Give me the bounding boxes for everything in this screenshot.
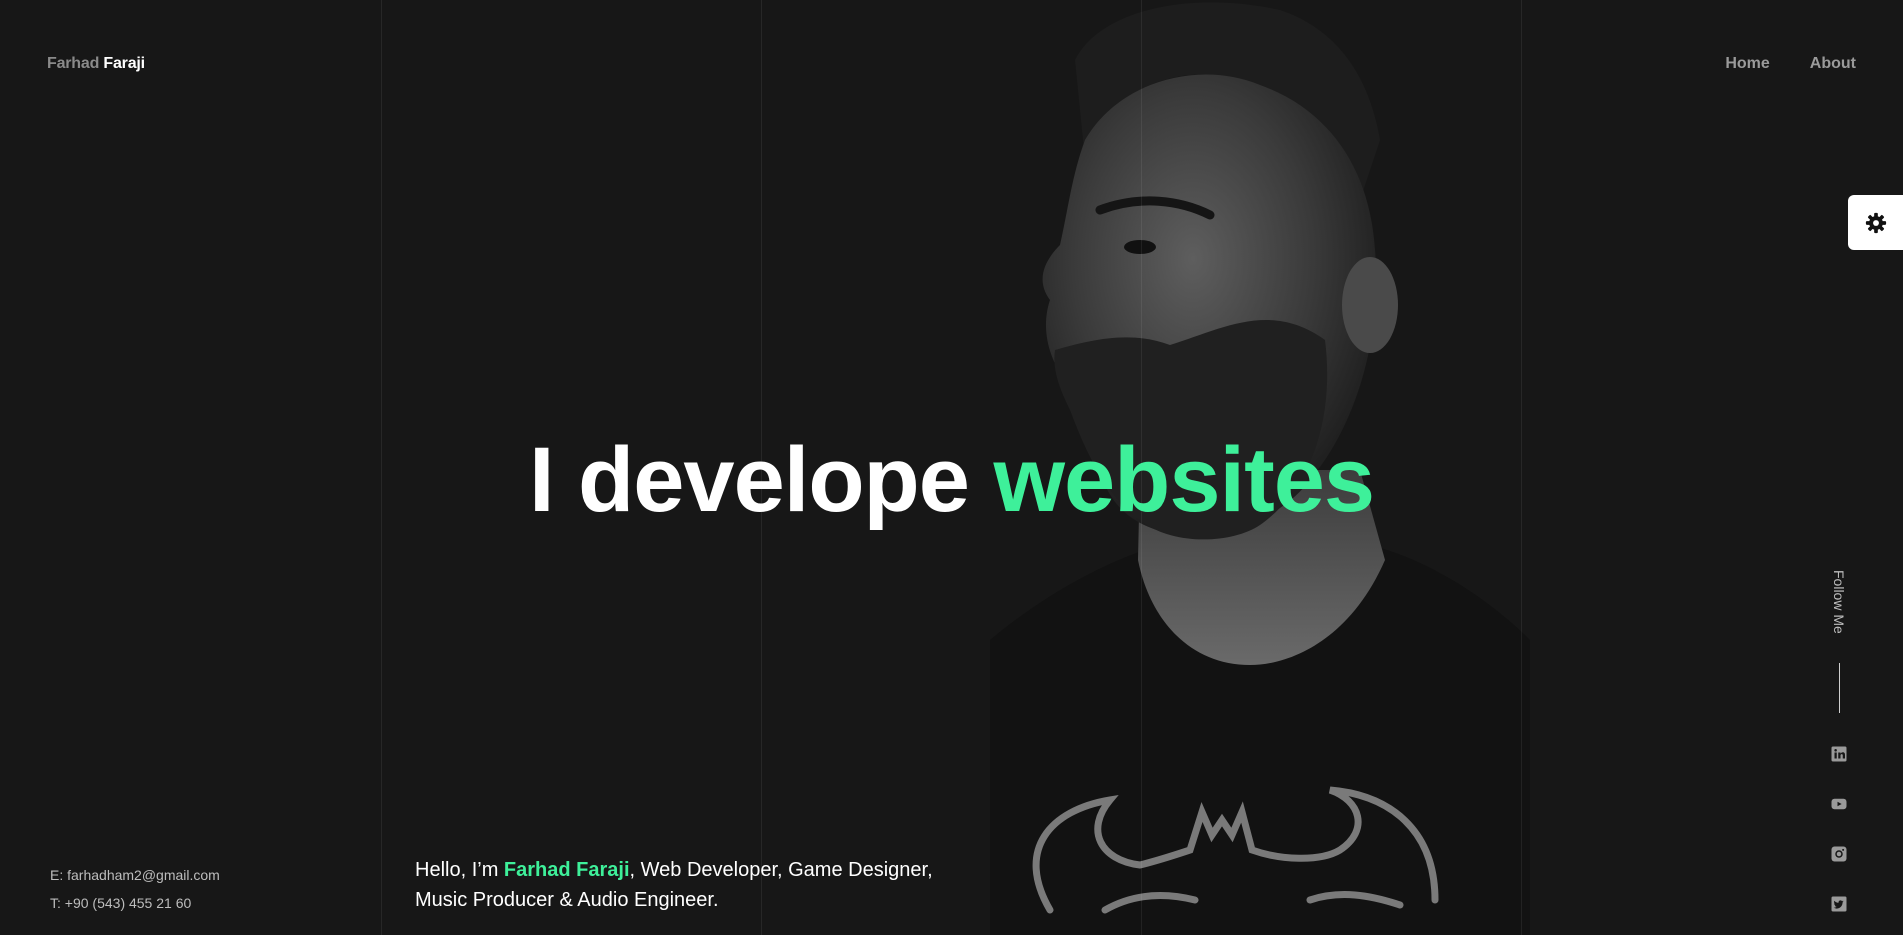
brand-first-name: Farhad <box>47 55 100 72</box>
intro-suffix: , Web Developer, Game Designer, <box>629 859 933 881</box>
hero-accent-word: websites <box>993 429 1375 531</box>
gear-icon <box>1865 212 1886 233</box>
brand-last-name: Faraji <box>103 55 145 72</box>
intro-name: Farhad Faraji <box>503 859 630 881</box>
nav-about-link[interactable]: About <box>1810 55 1856 73</box>
hero-text: I develope <box>528 429 970 531</box>
youtube-icon[interactable] <box>1830 795 1848 813</box>
follow-me-label: Follow Me <box>1831 570 1847 634</box>
hero-headline: I develope websites <box>0 425 1903 535</box>
instagram-icon[interactable] <box>1830 845 1848 863</box>
nav-home-link[interactable]: Home <box>1725 55 1769 73</box>
intro-line-1: Hello, I’m Farhad Faraji, Web Developer,… <box>415 855 933 885</box>
follow-divider <box>1839 663 1840 713</box>
main-nav: Home About <box>1725 55 1856 73</box>
brand-logo[interactable]: Farhad Faraji <box>47 55 145 73</box>
settings-button[interactable] <box>1848 195 1903 250</box>
contact-email[interactable]: E: farhadham2@gmail.com <box>50 861 220 889</box>
twitter-icon[interactable] <box>1830 895 1848 913</box>
linkedin-icon[interactable] <box>1830 745 1848 763</box>
contact-phone[interactable]: T: +90 (543) 455 21 60 <box>50 889 220 917</box>
intro-line-2: Music Producer & Audio Engineer. <box>415 889 719 911</box>
contact-info: E: farhadham2@gmail.com T: +90 (543) 455… <box>50 861 220 917</box>
intro-text: Hello, I’m Farhad Faraji, Web Developer,… <box>415 855 933 915</box>
intro-prefix: Hello, I’m <box>415 859 504 881</box>
